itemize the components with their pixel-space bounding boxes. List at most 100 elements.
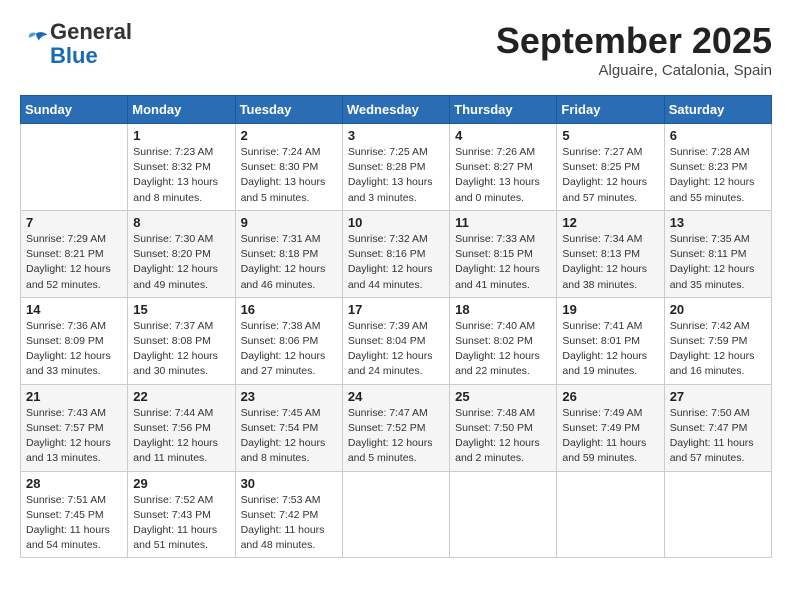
day-number: 6 <box>670 128 766 143</box>
day-info: Sunrise: 7:33 AM Sunset: 8:15 PM Dayligh… <box>455 232 551 293</box>
day-number: 30 <box>241 476 337 491</box>
day-number: 4 <box>455 128 551 143</box>
calendar-cell: 26 Sunrise: 7:49 AM Sunset: 7:49 PM Dayli… <box>557 384 664 471</box>
calendar-cell: 14 Sunrise: 7:36 AM Sunset: 8:09 PM Dayli… <box>21 297 128 384</box>
day-info: Sunrise: 7:32 AM Sunset: 8:16 PM Dayligh… <box>348 232 444 293</box>
calendar-cell: 21 Sunrise: 7:43 AM Sunset: 7:57 PM Dayli… <box>21 384 128 471</box>
calendar-cell: 10 Sunrise: 7:32 AM Sunset: 8:16 PM Dayli… <box>342 210 449 297</box>
calendar-cell: 2 Sunrise: 7:24 AM Sunset: 8:30 PM Daylig… <box>235 124 342 211</box>
day-number: 23 <box>241 389 337 404</box>
day-number: 12 <box>562 215 658 230</box>
page-header: General Blue September 2025 Alguaire, Ca… <box>20 20 772 79</box>
calendar-cell: 6 Sunrise: 7:28 AM Sunset: 8:23 PM Daylig… <box>664 124 771 211</box>
calendar-cell: 1Sunrise: 7:23 AM Sunset: 8:32 PM Daylig… <box>128 124 235 211</box>
day-number: 21 <box>26 389 122 404</box>
day-info: Sunrise: 7:38 AM Sunset: 8:06 PM Dayligh… <box>241 319 337 380</box>
calendar-cell: 29 Sunrise: 7:52 AM Sunset: 7:43 PM Dayli… <box>128 471 235 558</box>
calendar-cell: 23 Sunrise: 7:45 AM Sunset: 7:54 PM Dayli… <box>235 384 342 471</box>
calendar-cell: 5 Sunrise: 7:27 AM Sunset: 8:25 PM Daylig… <box>557 124 664 211</box>
title-block: September 2025 Alguaire, Catalonia, Spai… <box>496 20 772 79</box>
day-number: 19 <box>562 302 658 317</box>
week-row-5: 28 Sunrise: 7:51 AM Sunset: 7:45 PM Dayli… <box>21 471 772 558</box>
calendar-cell: 30 Sunrise: 7:53 AM Sunset: 7:42 PM Dayli… <box>235 471 342 558</box>
calendar-cell <box>21 124 128 211</box>
calendar-cell: 17 Sunrise: 7:39 AM Sunset: 8:04 PM Dayli… <box>342 297 449 384</box>
calendar-cell: 24 Sunrise: 7:47 AM Sunset: 7:52 PM Dayli… <box>342 384 449 471</box>
day-info: Sunrise: 7:28 AM Sunset: 8:23 PM Dayligh… <box>670 145 766 206</box>
day-number: 27 <box>670 389 766 404</box>
day-info: Sunrise: 7:52 AM Sunset: 7:43 PM Dayligh… <box>133 493 229 554</box>
logo-bird-icon <box>22 28 50 56</box>
day-number: 1 <box>133 128 229 143</box>
day-number: 18 <box>455 302 551 317</box>
calendar-cell: 12 Sunrise: 7:34 AM Sunset: 8:13 PM Dayli… <box>557 210 664 297</box>
day-info: Sunrise: 7:26 AM Sunset: 8:27 PM Dayligh… <box>455 145 551 206</box>
logo: General Blue <box>20 20 132 68</box>
day-number: 15 <box>133 302 229 317</box>
day-number: 14 <box>26 302 122 317</box>
day-number: 16 <box>241 302 337 317</box>
day-info: Sunrise: 7:34 AM Sunset: 8:13 PM Dayligh… <box>562 232 658 293</box>
day-info: Sunrise: 7:49 AM Sunset: 7:49 PM Dayligh… <box>562 406 658 467</box>
day-number: 22 <box>133 389 229 404</box>
day-info: Sunrise: 7:31 AM Sunset: 8:18 PM Dayligh… <box>241 232 337 293</box>
day-info: Sunrise: 7:51 AM Sunset: 7:45 PM Dayligh… <box>26 493 122 554</box>
calendar-cell: 7 Sunrise: 7:29 AM Sunset: 8:21 PM Daylig… <box>21 210 128 297</box>
day-info: Sunrise: 7:53 AM Sunset: 7:42 PM Dayligh… <box>241 493 337 554</box>
day-number: 24 <box>348 389 444 404</box>
day-number: 28 <box>26 476 122 491</box>
day-info: Sunrise: 7:27 AM Sunset: 8:25 PM Dayligh… <box>562 145 658 206</box>
weekday-header-monday: Monday <box>128 96 235 124</box>
calendar-cell: 22 Sunrise: 7:44 AM Sunset: 7:56 PM Dayli… <box>128 384 235 471</box>
day-info: Sunrise: 7:44 AM Sunset: 7:56 PM Dayligh… <box>133 406 229 467</box>
calendar-cell <box>664 471 771 558</box>
day-info: Sunrise: 7:25 AM Sunset: 8:28 PM Dayligh… <box>348 145 444 206</box>
day-info: Sunrise: 7:40 AM Sunset: 8:02 PM Dayligh… <box>455 319 551 380</box>
week-row-2: 7 Sunrise: 7:29 AM Sunset: 8:21 PM Daylig… <box>21 210 772 297</box>
day-number: 2 <box>241 128 337 143</box>
calendar-cell <box>450 471 557 558</box>
day-number: 13 <box>670 215 766 230</box>
day-number: 17 <box>348 302 444 317</box>
day-number: 7 <box>26 215 122 230</box>
day-number: 29 <box>133 476 229 491</box>
weekday-header-row: SundayMondayTuesdayWednesdayThursdayFrid… <box>21 96 772 124</box>
weekday-header-saturday: Saturday <box>664 96 771 124</box>
day-number: 9 <box>241 215 337 230</box>
day-number: 5 <box>562 128 658 143</box>
calendar-cell: 25Sunrise: 7:48 AM Sunset: 7:50 PM Dayli… <box>450 384 557 471</box>
day-info: Sunrise: 7:48 AM Sunset: 7:50 PM Dayligh… <box>455 406 551 467</box>
calendar-cell <box>557 471 664 558</box>
week-row-4: 21 Sunrise: 7:43 AM Sunset: 7:57 PM Dayli… <box>21 384 772 471</box>
day-info: Sunrise: 7:43 AM Sunset: 7:57 PM Dayligh… <box>26 406 122 467</box>
month-title: September 2025 <box>496 20 772 62</box>
calendar-cell: 11Sunrise: 7:33 AM Sunset: 8:15 PM Dayli… <box>450 210 557 297</box>
day-number: 10 <box>348 215 444 230</box>
calendar-cell: 4 Sunrise: 7:26 AM Sunset: 8:27 PM Daylig… <box>450 124 557 211</box>
calendar-cell: 20Sunrise: 7:42 AM Sunset: 7:59 PM Dayli… <box>664 297 771 384</box>
day-info: Sunrise: 7:24 AM Sunset: 8:30 PM Dayligh… <box>241 145 337 206</box>
day-number: 3 <box>348 128 444 143</box>
logo-general-text: General <box>50 20 132 44</box>
week-row-3: 14 Sunrise: 7:36 AM Sunset: 8:09 PM Dayli… <box>21 297 772 384</box>
calendar-cell: 8Sunrise: 7:30 AM Sunset: 8:20 PM Daylig… <box>128 210 235 297</box>
location-text: Alguaire, Catalonia, Spain <box>496 62 772 79</box>
weekday-header-sunday: Sunday <box>21 96 128 124</box>
calendar-cell: 9 Sunrise: 7:31 AM Sunset: 8:18 PM Daylig… <box>235 210 342 297</box>
calendar-cell: 28 Sunrise: 7:51 AM Sunset: 7:45 PM Dayli… <box>21 471 128 558</box>
logo-blue-text: Blue <box>50 44 132 68</box>
day-info: Sunrise: 7:39 AM Sunset: 8:04 PM Dayligh… <box>348 319 444 380</box>
day-info: Sunrise: 7:45 AM Sunset: 7:54 PM Dayligh… <box>241 406 337 467</box>
calendar-cell: 27Sunrise: 7:50 AM Sunset: 7:47 PM Dayli… <box>664 384 771 471</box>
week-row-1: 1Sunrise: 7:23 AM Sunset: 8:32 PM Daylig… <box>21 124 772 211</box>
calendar-table: SundayMondayTuesdayWednesdayThursdayFrid… <box>20 95 772 558</box>
weekday-header-thursday: Thursday <box>450 96 557 124</box>
day-number: 26 <box>562 389 658 404</box>
day-number: 20 <box>670 302 766 317</box>
day-info: Sunrise: 7:47 AM Sunset: 7:52 PM Dayligh… <box>348 406 444 467</box>
day-info: Sunrise: 7:36 AM Sunset: 8:09 PM Dayligh… <box>26 319 122 380</box>
day-info: Sunrise: 7:29 AM Sunset: 8:21 PM Dayligh… <box>26 232 122 293</box>
day-info: Sunrise: 7:37 AM Sunset: 8:08 PM Dayligh… <box>133 319 229 380</box>
calendar-cell: 13Sunrise: 7:35 AM Sunset: 8:11 PM Dayli… <box>664 210 771 297</box>
day-info: Sunrise: 7:30 AM Sunset: 8:20 PM Dayligh… <box>133 232 229 293</box>
